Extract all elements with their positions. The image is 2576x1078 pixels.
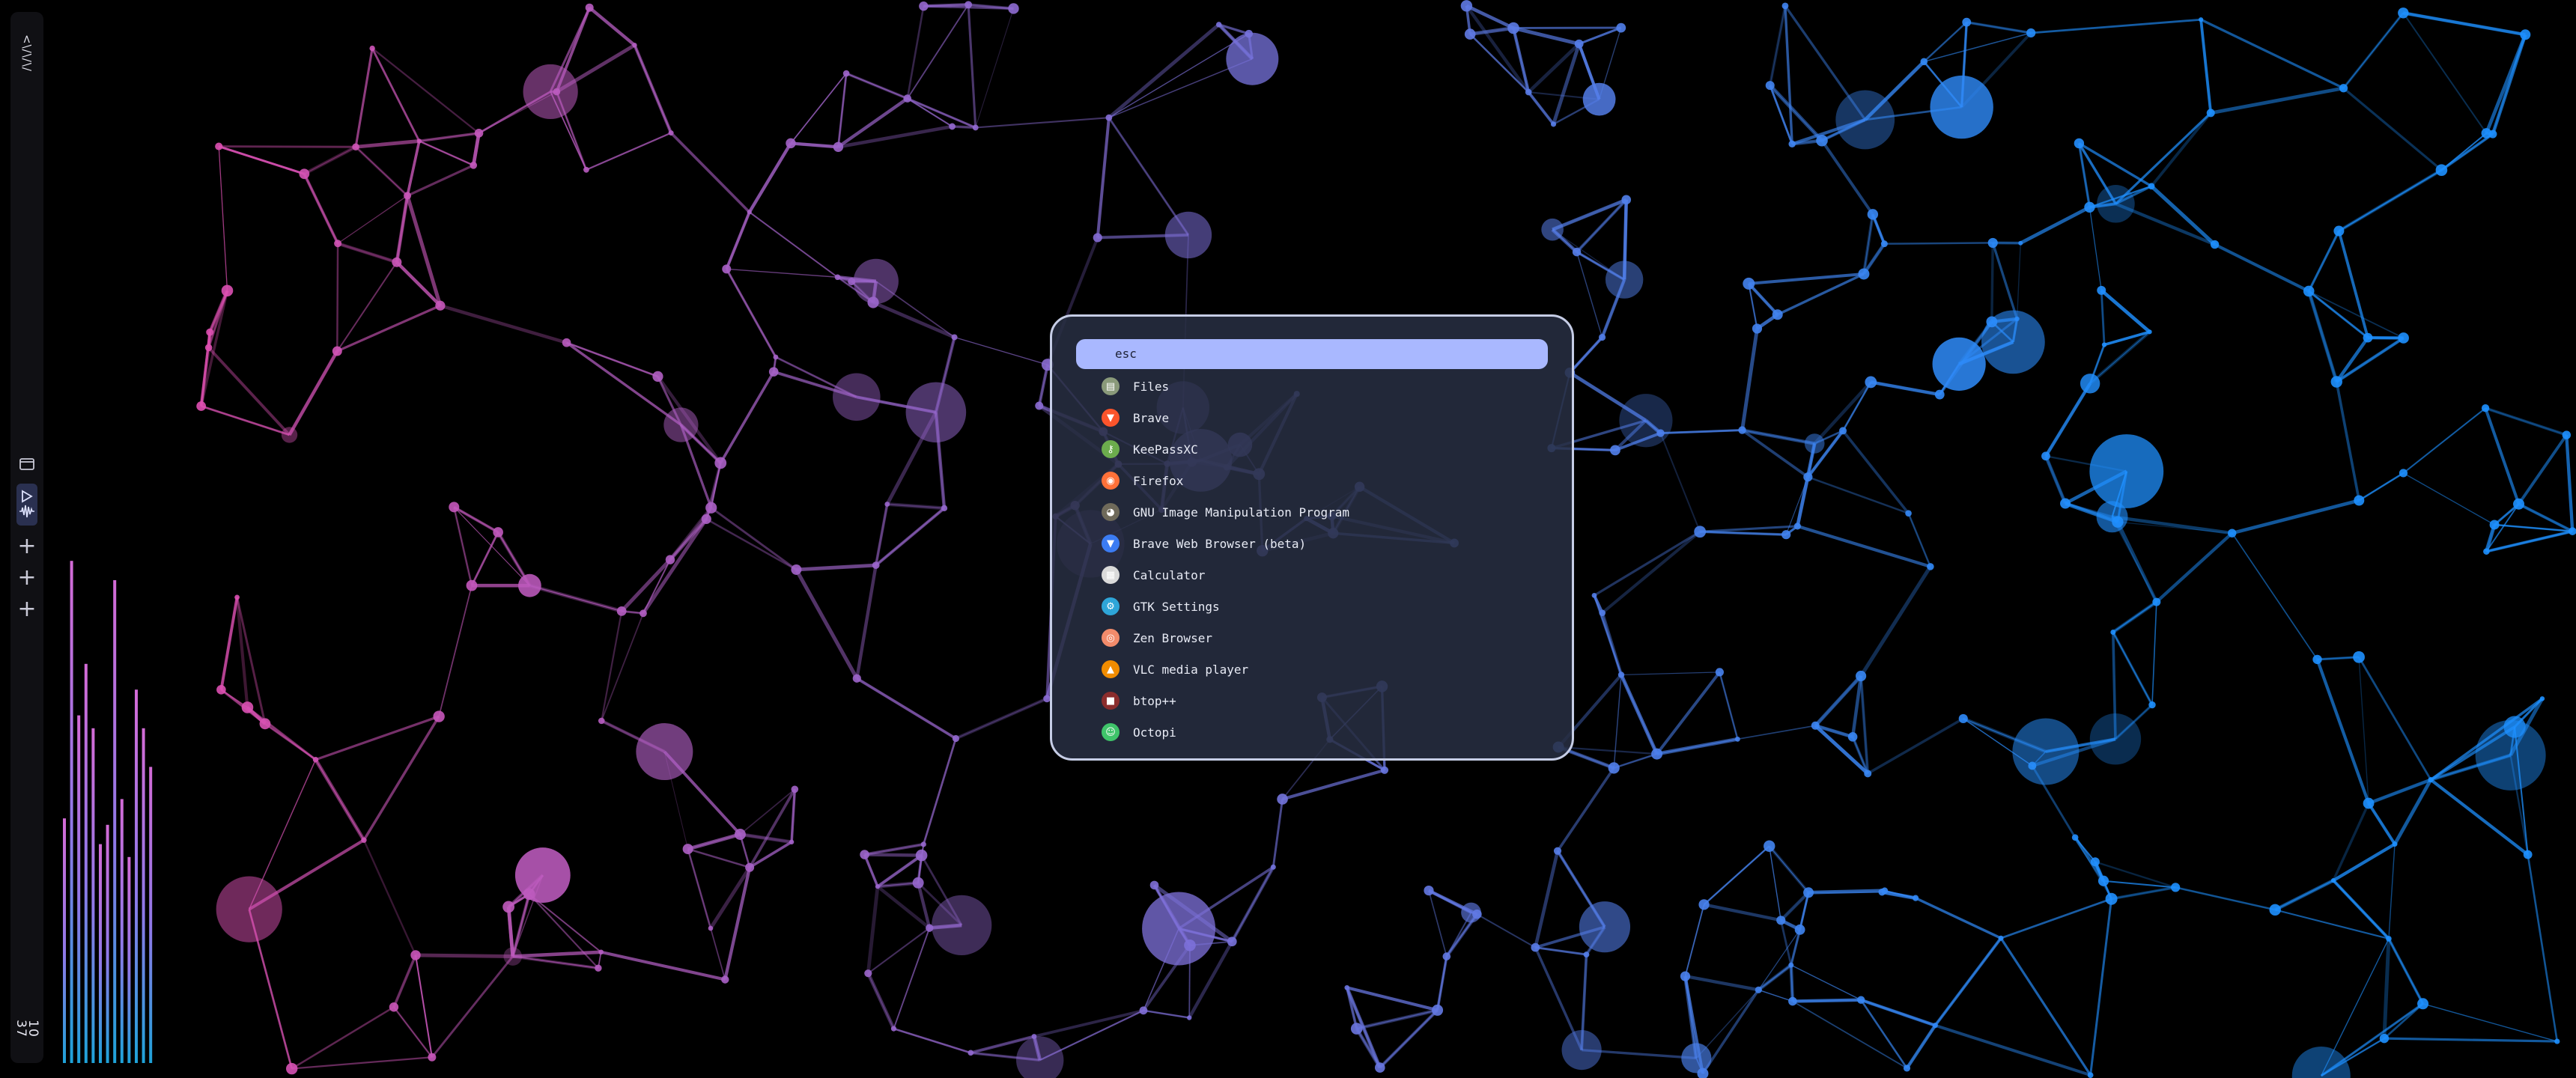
app-item[interactable]: ◉ Firefox [1075, 465, 1549, 496]
app-item-label: GNU Image Manipulation Program [1133, 505, 1349, 520]
keepassxc-key-icon: ⚷ [1102, 440, 1120, 458]
app-item-label: Brave Web Browser (beta) [1133, 536, 1307, 551]
workspace-window-icon[interactable] [16, 454, 37, 475]
app-item[interactable]: ▼ Brave Web Browser (beta) [1075, 528, 1549, 559]
zen-browser-icon: ◎ [1102, 629, 1120, 647]
visualizer-bar [77, 715, 81, 1063]
app-item-label: VLC media player [1133, 662, 1249, 677]
app-launcher: esc ▤ Files ▼ Brave ⚷ KeePassXC ◉ Firefox ◕ GNU I… [1050, 314, 1574, 761]
app-item-label: Calculator [1133, 567, 1206, 582]
workspace-add-icon[interactable]: + [16, 598, 37, 621]
vlc-cone-icon: ▲ [1102, 660, 1120, 678]
visualizer-bar [120, 799, 124, 1063]
workspace-add-icon[interactable]: + [16, 535, 37, 558]
clock-minutes: 37 [13, 1020, 28, 1038]
desktop: <\/\/\/ + + + 10 37 esc ▤ Files ▼ Brave ⚷ Kee… [0, 0, 2576, 1078]
app-item[interactable]: ◎ Zen Browser [1075, 622, 1549, 654]
gtk-settings-icon: ⚙ [1102, 597, 1120, 615]
workspace-add-icon[interactable]: + [16, 567, 37, 589]
app-item-label: GTK Settings [1133, 599, 1220, 614]
brave-lion-icon: ▼ [1102, 409, 1120, 427]
visualizer-bar [127, 856, 131, 1063]
gimp-icon: ◕ [1102, 503, 1120, 521]
app-item-label: Files [1133, 379, 1170, 394]
visualizer-bar [135, 689, 138, 1063]
waveform-icon [19, 505, 34, 518]
workspace-active[interactable] [16, 484, 37, 526]
app-list: ▤ Files ▼ Brave ⚷ KeePassXC ◉ Firefox ◕ GNU Image… [1075, 371, 1549, 748]
app-item[interactable]: ⚷ KeePassXC [1075, 433, 1549, 465]
app-item[interactable]: ◕ GNU Image Manipulation Program [1075, 496, 1549, 528]
visualizer-bar [63, 818, 66, 1063]
clock[interactable]: 10 37 [13, 1012, 40, 1045]
app-item[interactable]: ⚙ GTK Settings [1075, 591, 1549, 622]
app-item[interactable]: ☺ Octopi [1075, 716, 1549, 748]
play-icon [22, 490, 33, 503]
app-item[interactable]: ▲ VLC media player [1075, 654, 1549, 685]
visualizer-bar [149, 767, 153, 1063]
calculator-icon: ▦ [1102, 566, 1120, 584]
app-item[interactable]: ▤ Files [1075, 371, 1549, 402]
app-item-label: Zen Browser [1133, 630, 1212, 645]
btop-icon: ■ [1102, 692, 1120, 710]
visualizer-bar [84, 663, 88, 1063]
launcher-logo-icon[interactable]: <\/\/\/ [10, 27, 43, 79]
visualizer-bar [113, 580, 117, 1063]
brave-beta-icon: ▼ [1102, 535, 1120, 552]
app-item-label: btop++ [1133, 693, 1176, 708]
app-item-label: Octopi [1133, 725, 1176, 740]
app-item[interactable]: ▦ Calculator [1075, 559, 1549, 591]
octopi-icon: ☺ [1102, 723, 1120, 741]
visualizer-bar [106, 824, 109, 1063]
app-item-label: Brave [1133, 410, 1170, 425]
app-item[interactable]: ▼ Brave [1075, 402, 1549, 433]
visualizer-bar [91, 728, 95, 1063]
logo-text: <\/\/\/ [20, 34, 34, 72]
search-input[interactable]: esc [1076, 339, 1548, 369]
visualizer-bar [142, 728, 145, 1063]
visualizer-bar [70, 561, 73, 1063]
audio-visualizer [63, 561, 153, 1063]
app-item-label: KeePassXC [1133, 442, 1198, 457]
file-manager-icon: ▤ [1102, 377, 1120, 395]
clock-hours: 10 [25, 1020, 40, 1038]
firefox-icon: ◉ [1102, 472, 1120, 490]
app-item-label: Firefox [1133, 473, 1184, 488]
sidebar-bar: <\/\/\/ + + + 10 37 [10, 12, 43, 1063]
app-item[interactable]: ■ btop++ [1075, 685, 1549, 716]
visualizer-bar [99, 844, 102, 1063]
